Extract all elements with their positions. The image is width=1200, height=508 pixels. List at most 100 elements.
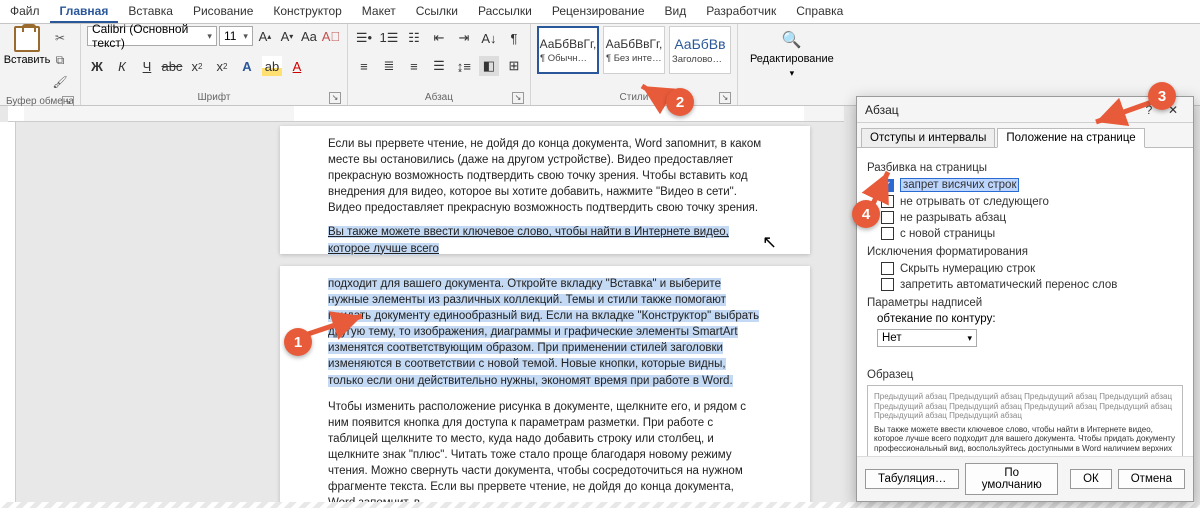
wrap-label: обтекание по контуру: xyxy=(877,313,996,325)
strike-button[interactable]: abc xyxy=(162,56,182,76)
tab-draw[interactable]: Рисование xyxy=(183,0,263,23)
find-icon: 🔍 xyxy=(782,30,802,50)
italic-button[interactable]: К xyxy=(112,56,132,76)
section-pagination: Разбивка на страницы xyxy=(867,162,1183,174)
tab-insert[interactable]: Вставка xyxy=(118,0,183,23)
sort-button[interactable]: A↓ xyxy=(479,28,499,48)
check-widow-orphan[interactable]: ✓запрет висячих строк xyxy=(881,178,1183,192)
tab-file[interactable]: Файл xyxy=(0,0,50,23)
checkbox-icon xyxy=(881,262,894,275)
page-2[interactable]: подходит для вашего документа. Откройте … xyxy=(280,266,810,508)
check-page-break-before[interactable]: с новой страницы xyxy=(881,227,1183,240)
group-editing: 🔍 Редактирование ▾ xyxy=(738,24,846,105)
align-center-button[interactable]: ≣ xyxy=(379,56,399,76)
styles-launcher[interactable]: ↘ xyxy=(719,92,731,104)
justify-button[interactable]: ☰ xyxy=(429,56,449,76)
doc-paragraph-selected-2[interactable]: подходит для вашего документа. Откройте … xyxy=(328,276,762,389)
callout-3: 3 xyxy=(1148,82,1176,110)
style-normal[interactable]: АаБбВвГг,¶ Обычн… xyxy=(537,26,599,74)
increase-indent-button[interactable]: ⇥ xyxy=(454,28,474,48)
highlight-button[interactable]: ab xyxy=(262,56,282,76)
tab-help[interactable]: Справка xyxy=(786,0,853,23)
underline-button[interactable]: Ч xyxy=(137,56,157,76)
check-suppress-line-numbers[interactable]: Скрыть нумерацию строк xyxy=(881,262,1183,275)
callout-2: 2 xyxy=(666,88,694,116)
section-preview: Образец xyxy=(867,369,1183,381)
show-marks-button[interactable]: ¶ xyxy=(504,28,524,48)
bullets-button[interactable]: ☰• xyxy=(354,28,374,48)
ribbon-tabs: Файл Главная Вставка Рисование Конструкт… xyxy=(0,0,1200,24)
ok-button[interactable]: ОК xyxy=(1070,469,1112,489)
font-group-label: Шрифт xyxy=(198,92,231,103)
group-font: Calibri (Основной текст)▾ 11▾ A▴ A▾ Aa A… xyxy=(81,24,348,105)
doc-paragraph-selected[interactable]: Вы также можете ввести ключевое слово, ч… xyxy=(328,224,762,256)
font-size-combo[interactable]: 11▾ xyxy=(219,26,253,46)
text-effects-button[interactable]: A xyxy=(237,56,257,76)
preview-box: Предыдущий абзац Предыдущий абзац Предыд… xyxy=(867,385,1183,456)
check-keep-with-next[interactable]: не отрывать от следующего xyxy=(881,195,1183,208)
editing-label: Редактирование xyxy=(750,53,834,65)
numbering-button[interactable]: 1☰ xyxy=(379,28,399,48)
line-spacing-button[interactable]: ↨≡ xyxy=(454,56,474,76)
font-color-button[interactable]: A xyxy=(287,56,307,76)
dialog-tab-indents[interactable]: Отступы и интервалы xyxy=(861,128,995,147)
doc-paragraph[interactable]: Если вы прервете чтение, не дойдя до кон… xyxy=(328,136,762,216)
style-nospacing[interactable]: АаБбВвГг,¶ Без инте… xyxy=(603,26,665,74)
wrap-combo[interactable]: Нет▾ xyxy=(877,329,977,347)
tabs-button[interactable]: Табуляция… xyxy=(865,469,959,489)
bold-button[interactable]: Ж xyxy=(87,56,107,76)
editing-dropdown[interactable]: 🔍 Редактирование ▾ xyxy=(744,26,840,83)
tab-developer[interactable]: Разработчик xyxy=(696,0,786,23)
copy-icon[interactable]: ⧉ xyxy=(52,52,68,68)
tab-mailings[interactable]: Рассылки xyxy=(468,0,542,23)
format-painter-icon[interactable]: 🖌 xyxy=(52,74,68,90)
checkbox-icon xyxy=(881,278,894,291)
mouse-cursor-icon: ↖ xyxy=(762,232,777,253)
tab-view[interactable]: Вид xyxy=(655,0,697,23)
font-name-combo[interactable]: Calibri (Основной текст)▾ xyxy=(87,26,217,46)
borders-button[interactable]: ⊞ xyxy=(504,56,524,76)
checkbox-icon xyxy=(881,227,894,240)
paste-label: Вставить xyxy=(4,54,51,66)
dialog-body: Разбивка на страницы ✓запрет висячих стр… xyxy=(857,147,1193,456)
page-1[interactable]: Если вы прервете чтение, не дойдя до кон… xyxy=(280,126,810,254)
group-clipboard: Вставить ✂ ⧉ 🖌 Буфер обмена↘ xyxy=(0,24,81,105)
check-keep-lines-together[interactable]: не разрывать абзац xyxy=(881,211,1183,224)
tab-references[interactable]: Ссылки xyxy=(406,0,468,23)
default-button[interactable]: По умолчанию xyxy=(965,463,1058,495)
shading-button[interactable]: ◧ xyxy=(479,56,499,76)
clipboard-icon xyxy=(14,26,40,52)
tab-home[interactable]: Главная xyxy=(50,0,119,23)
grow-font-button[interactable]: A▴ xyxy=(255,26,275,46)
vertical-ruler xyxy=(0,122,16,508)
align-right-button[interactable]: ≡ xyxy=(404,56,424,76)
callout-1: 1 xyxy=(284,328,312,356)
clear-format-button[interactable]: A⃠ xyxy=(321,26,341,46)
tab-review[interactable]: Рецензирование xyxy=(542,0,655,23)
paragraph-group-label: Абзац xyxy=(425,92,453,103)
dialog-footer: Табуляция… По умолчанию ОК Отмена xyxy=(857,456,1193,501)
doc-paragraph-3[interactable]: Чтобы изменить расположение рисунка в до… xyxy=(328,399,762,508)
paste-button[interactable]: Вставить xyxy=(6,26,48,66)
paragraph-launcher[interactable]: ↘ xyxy=(512,92,524,104)
dialog-title: Абзац xyxy=(865,103,899,117)
style-heading1[interactable]: АаБбВвЗаголово… xyxy=(669,26,731,74)
tab-layout[interactable]: Макет xyxy=(352,0,406,23)
subscript-button[interactable]: x2 xyxy=(187,56,207,76)
group-paragraph: ☰• 1☰ ☷ ⇤ ⇥ A↓ ¶ ≡ ≣ ≡ ☰ ↨≡ ◧ ⊞ Абзац ↘ xyxy=(348,24,531,105)
shrink-font-button[interactable]: A▾ xyxy=(277,26,297,46)
check-no-hyphenation[interactable]: запретить автоматический перенос слов xyxy=(881,278,1183,291)
callout-4: 4 xyxy=(852,200,880,228)
horizontal-ruler xyxy=(8,106,844,122)
section-format-exceptions: Исключения форматирования xyxy=(867,246,1183,258)
cancel-button[interactable]: Отмена xyxy=(1118,469,1185,489)
change-case-button[interactable]: Aa xyxy=(299,26,319,46)
superscript-button[interactable]: x2 xyxy=(212,56,232,76)
cut-icon[interactable]: ✂ xyxy=(52,30,68,46)
font-launcher[interactable]: ↘ xyxy=(329,92,341,104)
decrease-indent-button[interactable]: ⇤ xyxy=(429,28,449,48)
align-left-button[interactable]: ≡ xyxy=(354,56,374,76)
multilevel-button[interactable]: ☷ xyxy=(404,28,424,48)
tab-design[interactable]: Конструктор xyxy=(263,0,351,23)
arrow-1 xyxy=(300,310,380,343)
